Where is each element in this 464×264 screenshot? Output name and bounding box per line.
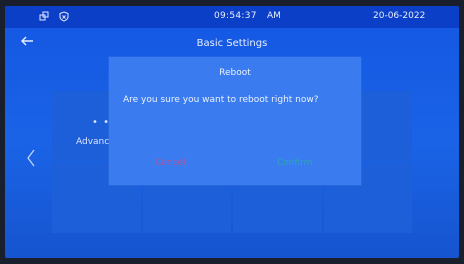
title-bar: Basic Settings	[5, 28, 459, 56]
status-bar: 09:54:37 AM 20-06-2022	[5, 6, 459, 28]
dialog-title: Reboot	[219, 68, 251, 78]
reboot-dialog: Reboot Are you sure you want to reboot r…	[109, 57, 361, 185]
device-screen: 09:54:37 AM 20-06-2022 Basic Settings • …	[5, 6, 459, 258]
clock-time: 09:54:37	[214, 11, 257, 21]
page-title: Basic Settings	[196, 38, 268, 49]
confirm-button[interactable]: Confirm	[277, 158, 312, 168]
chevron-left-icon[interactable]	[25, 148, 37, 168]
status-icons	[39, 11, 69, 22]
tile-label: Advanc	[76, 137, 110, 147]
clock-ampm: AM	[267, 11, 281, 21]
date-label: 20-06-2022	[373, 11, 426, 21]
cancel-button[interactable]: Cancel	[155, 158, 186, 168]
network-icon	[39, 11, 50, 22]
dialog-message: Are you sure you want to reboot right no…	[123, 95, 319, 105]
shield-icon	[59, 11, 69, 22]
